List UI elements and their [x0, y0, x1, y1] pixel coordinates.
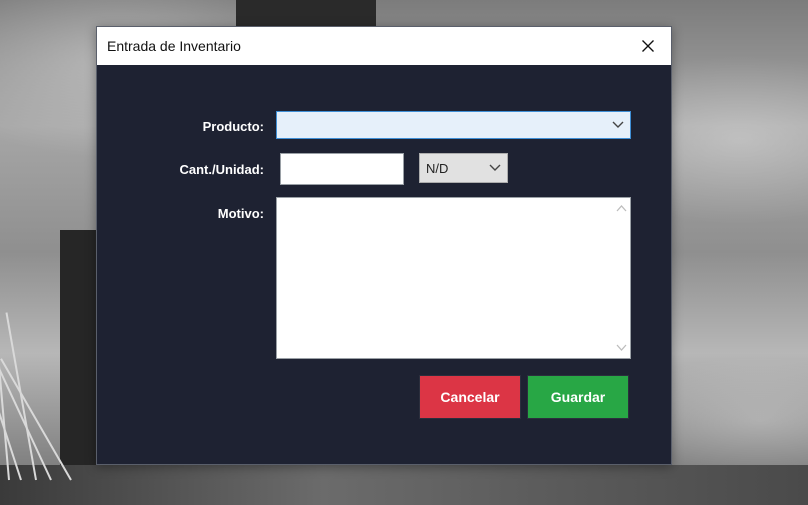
chevron-down-icon: [489, 164, 501, 171]
product-label: Producto:: [202, 119, 264, 134]
quantity-label: Cant./Unidad:: [179, 162, 265, 177]
reason-textarea[interactable]: [276, 197, 631, 359]
reason-scrollbar[interactable]: [613, 198, 630, 358]
unit-select[interactable]: N/D: [419, 153, 508, 183]
scroll-down-icon[interactable]: [616, 342, 627, 352]
close-icon: [642, 40, 654, 52]
wallpaper-figure-left: [60, 230, 96, 505]
close-button[interactable]: [625, 27, 671, 65]
reason-label: Motivo:: [217, 206, 264, 221]
chevron-down-icon: [612, 121, 624, 128]
dialog-titlebar: Entrada de Inventario: [97, 27, 671, 65]
scroll-up-icon[interactable]: [616, 204, 627, 214]
wallpaper-figure-bottom: [0, 465, 808, 505]
inventory-entry-dialog: Entrada de Inventario Producto: Cant./Un…: [96, 26, 672, 465]
cancel-button[interactable]: Cancelar: [419, 375, 521, 419]
quantity-input[interactable]: [280, 153, 404, 185]
unit-select-value: N/D: [426, 161, 449, 176]
save-button[interactable]: Guardar: [527, 375, 629, 419]
wallpaper-grass: [0, 330, 10, 481]
dialog-title: Entrada de Inventario: [107, 38, 241, 54]
product-select[interactable]: [276, 111, 631, 139]
wallpaper-figure-top: [236, 0, 376, 26]
